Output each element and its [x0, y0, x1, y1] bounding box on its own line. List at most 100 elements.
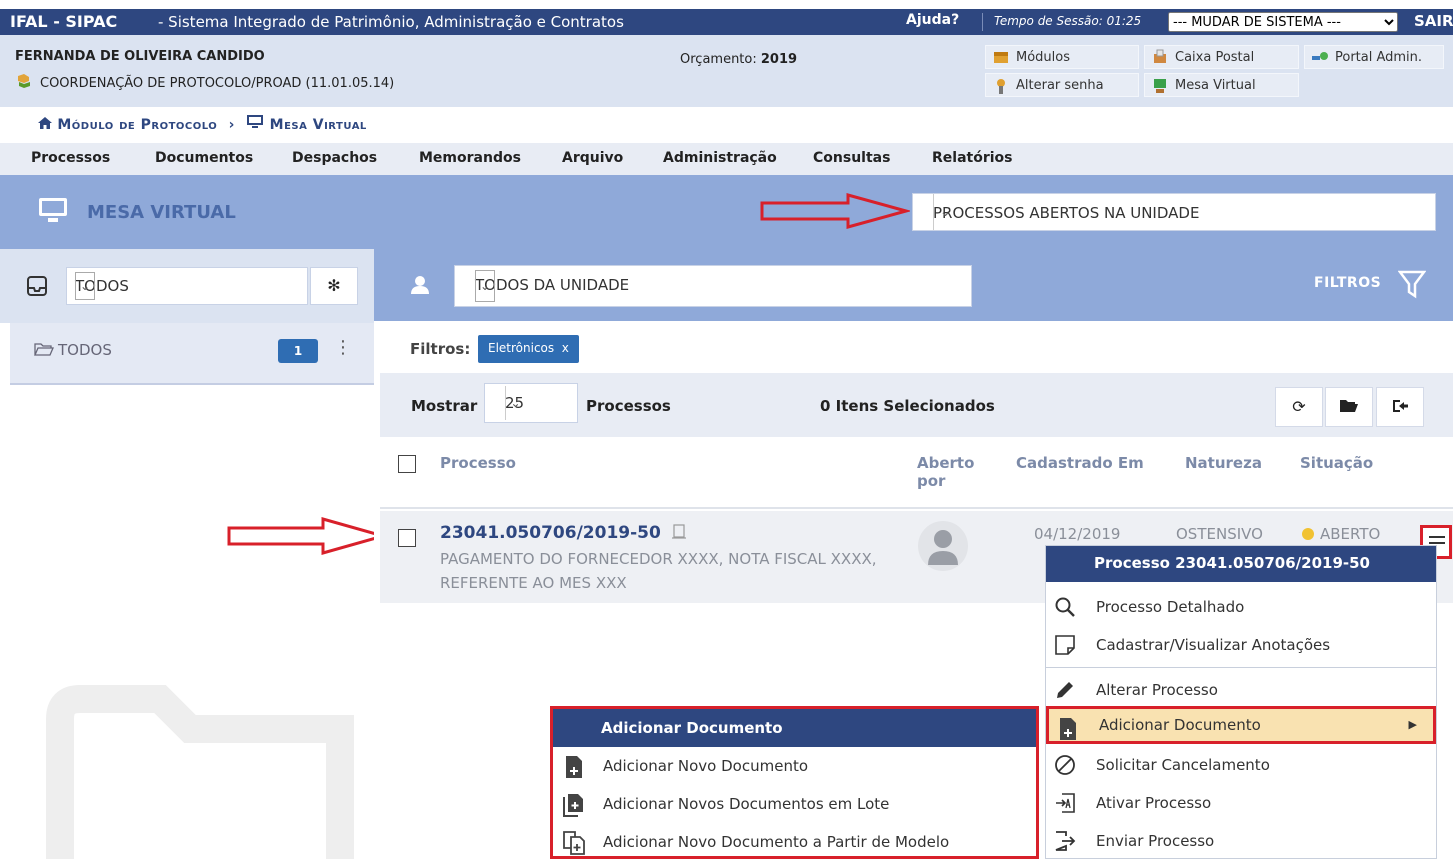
submenu-item-from-template[interactable]: Adicionar Novo Documento a Partir de Mod… — [553, 823, 1036, 859]
page-title: MESA VIRTUAL — [87, 202, 236, 223]
main-menu: Processos Documentos Despachos Memorando… — [0, 143, 1453, 175]
menu-item-edit-process[interactable]: Alterar Processo — [1046, 671, 1436, 709]
column-nature[interactable]: Natureza — [1185, 454, 1262, 472]
menu-administracao[interactable]: Administração — [663, 150, 777, 166]
menu-processos[interactable]: Processos — [31, 150, 110, 166]
folder-item-todos[interactable]: TODOS 1 ⋮ — [10, 323, 374, 385]
column-registered[interactable]: Cadastrado Em — [1016, 454, 1144, 472]
context-menu-title: Processo 23041.050706/2019-50 — [1046, 546, 1436, 582]
folder-label: TODOS — [34, 341, 112, 359]
user-filter-select[interactable]: TODOS DA UNIDADE ⌄ — [454, 265, 972, 307]
active-filters: Filtros: Eletrônicos x — [374, 321, 1453, 373]
export-button[interactable] — [1376, 387, 1424, 427]
chevron-down-icon: ⌄ — [75, 272, 95, 300]
process-nature: OSTENSIVO — [1176, 525, 1263, 543]
group-select[interactable]: TODOS ⌄ — [66, 267, 308, 305]
help-link[interactable]: Ajuda? — [906, 12, 959, 28]
menu-documentos[interactable]: Documentos — [155, 150, 253, 166]
select-all-checkbox[interactable] — [398, 455, 416, 473]
remove-filter-icon[interactable]: x — [562, 341, 569, 355]
process-context-menu: Processo 23041.050706/2019-50 Processo D… — [1045, 545, 1437, 859]
column-process[interactable]: Processo — [440, 454, 516, 472]
menu-arquivo[interactable]: Arquivo — [562, 150, 623, 166]
menu-item-send-process[interactable]: Enviar Processo — [1046, 822, 1436, 859]
folder-count-badge: 1 — [278, 339, 318, 363]
monitor-icon — [246, 115, 269, 133]
system-bar: IFAL - SIPAC - Sistema Integrado de Patr… — [0, 9, 1453, 35]
more-options-icon[interactable]: ⋮ — [334, 337, 352, 358]
inbox-icon — [26, 275, 48, 297]
page-size-select[interactable]: 25 ⌄ — [484, 383, 578, 423]
open-folder-button[interactable] — [1325, 387, 1373, 427]
change-password-link[interactable]: Alterar senha — [985, 73, 1139, 97]
user-unit: COORDENAÇÃO DE PROTOCOLO/PROAD (11.01.05… — [40, 76, 395, 91]
folder-open-icon — [1340, 400, 1358, 412]
view-select[interactable]: PROCESSOS ABERTOS NA UNIDADE ⌄ — [912, 193, 1436, 231]
chevron-down-icon: ⌄ — [933, 194, 957, 230]
refresh-button[interactable]: ⟳ — [1275, 387, 1323, 427]
virtual-desk-link[interactable]: Mesa Virtual — [1144, 73, 1299, 97]
add-documents-batch-icon — [563, 793, 585, 817]
user-info-panel: FERNANDA DE OLIVEIRA CANDIDO COORDENAÇÃO… — [0, 35, 1453, 107]
chevron-down-icon: ⌄ — [475, 270, 495, 302]
submenu-item-batch-documents[interactable]: Adicionar Novos Documentos em Lote — [553, 785, 1036, 823]
menu-item-process-details[interactable]: Processo Detalhado — [1046, 588, 1436, 626]
pencil-icon — [1054, 679, 1076, 701]
sign-out-icon — [1393, 400, 1408, 412]
modules-link[interactable]: Módulos — [985, 45, 1139, 69]
menu-relatorios[interactable]: Relatórios — [932, 150, 1013, 166]
menu-memorandos[interactable]: Memorandos — [419, 150, 521, 166]
status-dot-icon — [1302, 528, 1314, 540]
filters-toggle[interactable]: FILTROS — [1314, 275, 1381, 291]
ban-icon — [1054, 754, 1076, 776]
admin-portal-link[interactable]: Portal Admin. — [1304, 45, 1444, 69]
submenu-item-new-document[interactable]: Adicionar Novo Documento — [553, 747, 1036, 785]
filter-chip-eletronicos[interactable]: Eletrônicos x — [478, 335, 579, 363]
desk-header: MESA VIRTUAL PROCESSOS ABERTOS NA UNIDAD… — [0, 175, 1453, 249]
menu-despachos[interactable]: Despachos — [292, 150, 377, 166]
breadcrumb-module[interactable]: Módulo de Protocolo — [57, 117, 217, 133]
virtual-desk-icon — [1151, 77, 1169, 93]
divider — [982, 13, 983, 31]
process-number-link[interactable]: 23041.050706/2019-50 — [440, 523, 687, 543]
row-checkbox[interactable] — [398, 529, 416, 547]
admin-portal-icon — [1311, 49, 1329, 65]
document-template-icon — [563, 831, 585, 855]
breadcrumb-trail: Módulo de Protocolo › Mesa Virtual — [38, 115, 367, 133]
search-icon — [1054, 596, 1076, 618]
switch-system-select[interactable]: --- MUDAR DE SISTEMA --- — [1168, 12, 1398, 32]
budget-year: Orçamento: 2019 — [680, 52, 798, 67]
selected-count: 0 Itens Selecionados — [820, 397, 995, 415]
user-name: FERNANDA DE OLIVEIRA CANDIDO — [15, 49, 265, 64]
caret-right-icon: ▶ — [1408, 718, 1417, 731]
menu-consultas[interactable]: Consultas — [813, 150, 890, 166]
add-document-icon — [563, 755, 585, 779]
folder-open-icon — [34, 343, 54, 356]
menu-item-add-document[interactable]: Adicionar Documento ▶ — [1046, 706, 1436, 744]
process-description: PAGAMENTO DO FORNECEDOR XXXX, NOTA FISCA… — [440, 550, 877, 592]
avatar — [918, 521, 968, 571]
breadcrumb-separator: › — [228, 117, 235, 133]
password-icon — [992, 77, 1010, 94]
column-status[interactable]: Situação — [1300, 454, 1373, 472]
table-header: Processo Aberto por Cadastrado Em Naturez… — [380, 437, 1453, 509]
unit-icon[interactable] — [15, 73, 33, 93]
menu-divider — [1046, 667, 1436, 668]
registered-date: 04/12/2019 — [1034, 525, 1121, 543]
menu-item-activate-process[interactable]: Ativar Processo — [1046, 784, 1436, 822]
session-timer: Tempo de Sessão: 01:25 — [994, 14, 1142, 28]
column-opened-by[interactable]: Aberto por — [917, 454, 974, 490]
signature-icon — [671, 524, 686, 539]
menu-item-annotations[interactable]: Cadastrar/Visualizar Anotações — [1046, 626, 1436, 664]
logout-link[interactable]: SAIR — [1414, 12, 1453, 30]
user-icon — [410, 275, 430, 295]
send-icon — [1054, 830, 1076, 852]
menu-item-request-cancel[interactable]: Solicitar Cancelamento — [1046, 746, 1436, 784]
add-document-submenu: Adicionar Documento Adicionar Novo Docum… — [550, 706, 1039, 859]
settings-button[interactable]: ✻ — [310, 267, 358, 305]
mailbox-link[interactable]: Caixa Postal — [1144, 45, 1299, 69]
system-name[interactable]: IFAL - SIPAC — [10, 12, 117, 31]
home-icon[interactable] — [38, 117, 57, 133]
filter-icon[interactable] — [1397, 269, 1427, 299]
items-label: Processos — [586, 397, 671, 415]
